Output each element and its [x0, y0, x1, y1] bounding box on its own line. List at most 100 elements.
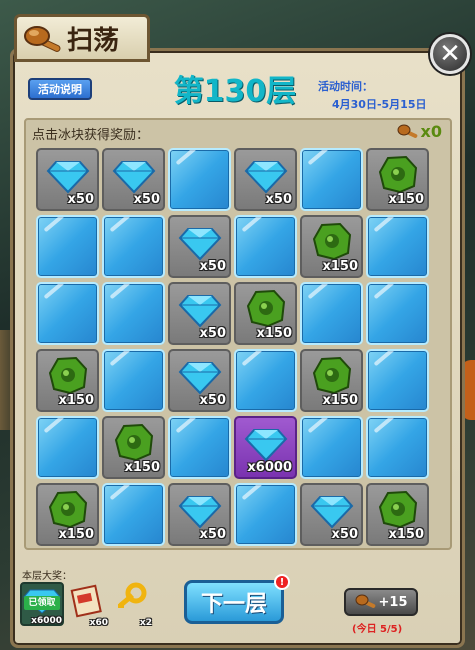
prize-qty: x6000	[31, 616, 62, 626]
jade-icon	[312, 356, 352, 395]
reward-qty: x50	[199, 326, 226, 341]
reward-qty: x150	[388, 192, 424, 207]
today-count: (今日 5/5)	[352, 624, 403, 635]
ice-block[interactable]	[366, 349, 429, 412]
reward-qty: x150	[58, 393, 94, 408]
jade-reward-cell[interactable]: x150	[234, 282, 297, 345]
reward-qty: x6000	[247, 460, 292, 475]
reward-qty: x150	[388, 527, 424, 542]
diamond-icon	[178, 228, 222, 261]
page-title: 扫荡	[67, 25, 120, 56]
jade-icon	[114, 423, 154, 462]
ice-block[interactable]	[300, 416, 363, 479]
ice-block[interactable]	[300, 282, 363, 345]
ice-block[interactable]	[366, 282, 429, 345]
reward-qty: x150	[58, 527, 94, 542]
diamond-icon	[46, 161, 90, 194]
event-time-range: 4月30日-5月15日	[332, 98, 427, 111]
ice-block[interactable]	[102, 215, 165, 278]
diamond-icon	[112, 161, 156, 194]
ice-block[interactable]	[102, 483, 165, 546]
diamond-icon	[178, 295, 222, 328]
event-time-label: 活动时间：	[318, 80, 373, 93]
add-mallet-label: +15	[378, 594, 408, 610]
grand-prize-row: 已领取 x6000 x60 x2	[20, 582, 152, 628]
diamond-reward-cell[interactable]: x50	[168, 483, 231, 546]
reward-grid: x50 x50 x50 x150 x50 x150 x50 x150 x150 x50 x150 x1…	[36, 148, 429, 546]
next-floor-button[interactable]: 下一层	[184, 580, 284, 624]
grand-prize-label: 本层大奖：	[22, 571, 72, 582]
jade-reward-cell[interactable]: x150	[300, 349, 363, 412]
mallet-icon	[355, 594, 375, 608]
jade-icon	[378, 155, 418, 194]
ice-block[interactable]	[36, 215, 99, 278]
ice-block[interactable]	[36, 416, 99, 479]
diamond-reward-cell[interactable]: x50	[234, 148, 297, 211]
jade-icon	[48, 356, 88, 395]
reward-qty: x50	[67, 192, 94, 207]
mallet-count-value: x0	[420, 122, 442, 141]
reward-qty: x50	[199, 393, 226, 408]
diamond-reward-cell[interactable]: x50	[102, 148, 165, 211]
reward-qty: x150	[322, 259, 358, 274]
ice-block[interactable]	[234, 215, 297, 278]
ice-block[interactable]	[366, 416, 429, 479]
close-icon: ✕	[439, 39, 461, 69]
prize-qty: x60	[89, 618, 108, 628]
jade-reward-cell[interactable]: x150	[102, 416, 165, 479]
ice-block[interactable]	[102, 282, 165, 345]
alert-badge: !	[274, 574, 290, 590]
reward-grid-box: 点击冰块获得奖励： x0 x50 x50 x50 x150 x50 x150 x50 x150…	[24, 118, 452, 550]
ice-block[interactable]	[234, 483, 297, 546]
ice-block[interactable]	[102, 349, 165, 412]
jade-reward-cell[interactable]: x150	[366, 483, 429, 546]
mallet-icon	[24, 26, 61, 52]
jade-icon	[246, 289, 286, 328]
diamond-icon	[244, 161, 288, 194]
grand-prize-scroll: x60	[68, 582, 108, 628]
floor-title: 第130层	[173, 74, 297, 109]
ice-block[interactable]	[168, 148, 231, 211]
diamond-reward-cell[interactable]: x6000	[234, 416, 297, 479]
reward-qty: x50	[331, 527, 358, 542]
jade-reward-cell[interactable]: x150	[300, 215, 363, 278]
reward-qty: x50	[265, 192, 292, 207]
key-icon	[118, 582, 147, 608]
event-info-button[interactable]: 活动说明	[28, 78, 92, 100]
diamond-icon	[178, 362, 222, 395]
grand-prize-diamond: 已领取 x6000	[20, 582, 64, 626]
jade-icon	[312, 222, 352, 261]
jade-icon	[48, 490, 88, 529]
mallet-icon	[397, 124, 417, 138]
claimed-badge: 已领取	[24, 596, 60, 610]
reward-qty: x150	[322, 393, 358, 408]
jade-reward-cell[interactable]: x150	[36, 483, 99, 546]
jade-reward-cell[interactable]: x150	[366, 148, 429, 211]
grid-caption: 点击冰块获得奖励：	[32, 128, 150, 143]
diamond-reward-cell[interactable]: x50	[168, 282, 231, 345]
ice-block[interactable]	[168, 416, 231, 479]
diamond-reward-cell[interactable]: x50	[168, 215, 231, 278]
diamond-reward-cell[interactable]: x50	[300, 483, 363, 546]
ice-block[interactable]	[36, 282, 99, 345]
diamond-icon	[178, 496, 222, 529]
reward-qty: x50	[133, 192, 160, 207]
diamond-reward-cell[interactable]: x50	[168, 349, 231, 412]
reward-qty: x50	[199, 259, 226, 274]
grand-prize-key: x2	[112, 582, 152, 628]
ice-block[interactable]	[234, 349, 297, 412]
reward-qty: x50	[199, 527, 226, 542]
reward-qty: x150	[256, 326, 292, 341]
close-button[interactable]: ✕	[430, 34, 470, 74]
ice-block[interactable]	[300, 148, 363, 211]
scroll-icon	[70, 584, 102, 618]
mallet-count: x0	[397, 122, 442, 141]
diamond-reward-cell[interactable]: x50	[36, 148, 99, 211]
prize-qty: x2	[139, 618, 152, 628]
add-mallet-button[interactable]: +15	[344, 588, 418, 616]
diamond-icon	[310, 496, 354, 529]
ice-block[interactable]	[366, 215, 429, 278]
jade-reward-cell[interactable]: x150	[36, 349, 99, 412]
title-tab: 扫荡	[14, 14, 150, 62]
reward-qty: x150	[124, 460, 160, 475]
